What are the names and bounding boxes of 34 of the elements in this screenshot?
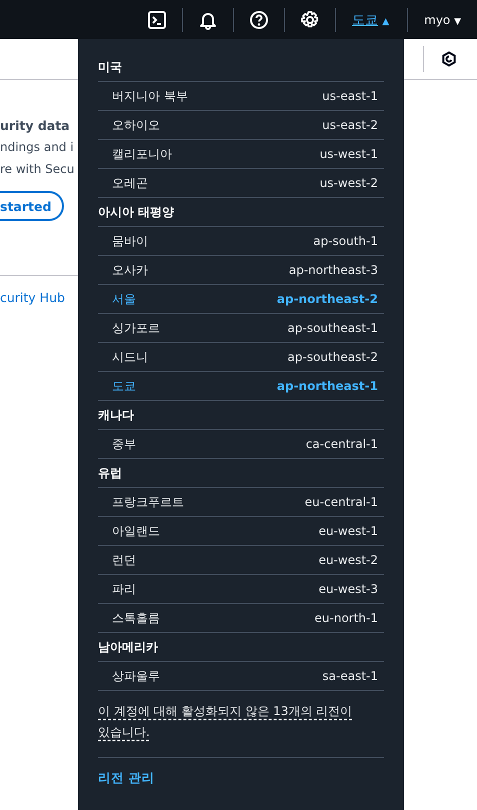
region-item[interactable]: 파리 eu-west-3 xyxy=(98,575,384,604)
region-item[interactable]: 오사카 ap-northeast-3 xyxy=(98,256,384,285)
description-text: ndings and i xyxy=(0,139,75,155)
region-item[interactable]: 오레곤 us-west-2 xyxy=(98,169,384,198)
region-group-header: 아시아 태평양 xyxy=(98,198,384,227)
region-item[interactable]: 서울 ap-northeast-2 xyxy=(98,285,384,314)
region-item[interactable]: 프랑크푸르트 eu-central-1 xyxy=(98,488,384,517)
get-started-button[interactable]: started xyxy=(0,191,64,221)
region-group-header: 유럽 xyxy=(98,459,384,488)
security-hub-link[interactable]: curity Hub xyxy=(0,290,78,305)
region-selector[interactable]: 도쿄 ▲ xyxy=(352,10,390,28)
region-item[interactable]: 캘리포니아 us-west-1 xyxy=(98,140,384,169)
region-item[interactable]: 도쿄 ap-northeast-1 xyxy=(98,372,384,401)
region-item[interactable]: 오하이오 us-east-2 xyxy=(98,111,384,140)
region-item[interactable]: 상파울루 sa-east-1 xyxy=(98,662,384,691)
region-item[interactable]: 중부 ca-central-1 xyxy=(98,430,384,459)
region-item[interactable]: 싱가포르 ap-southeast-1 xyxy=(98,314,384,343)
user-menu[interactable]: myo ▼ xyxy=(424,12,461,26)
terminal-icon[interactable] xyxy=(147,10,168,30)
hexagon-icon[interactable] xyxy=(441,51,457,67)
settings-icon[interactable] xyxy=(300,10,320,30)
region-item[interactable]: 스톡홀름 eu-north-1 xyxy=(98,604,384,633)
help-icon[interactable] xyxy=(249,10,270,30)
region-group-header: 캐나다 xyxy=(98,401,384,430)
region-item[interactable]: 아일랜드 eu-west-1 xyxy=(98,517,384,546)
region-group-header: 미국 xyxy=(98,53,384,82)
region-group-header: 남아메리카 xyxy=(98,633,384,662)
region-item[interactable]: 시드니 ap-southeast-2 xyxy=(98,343,384,372)
description-text: re with Secu xyxy=(0,161,76,177)
region-item[interactable]: 뭄바이 ap-south-1 xyxy=(98,227,384,256)
region-item[interactable]: 런던 eu-west-2 xyxy=(98,546,384,575)
region-item[interactable]: 버지니아 북부 us-east-1 xyxy=(98,82,384,111)
manage-regions-link[interactable]: 리전 관리 xyxy=(98,770,154,787)
section-title: urity data xyxy=(0,118,71,133)
